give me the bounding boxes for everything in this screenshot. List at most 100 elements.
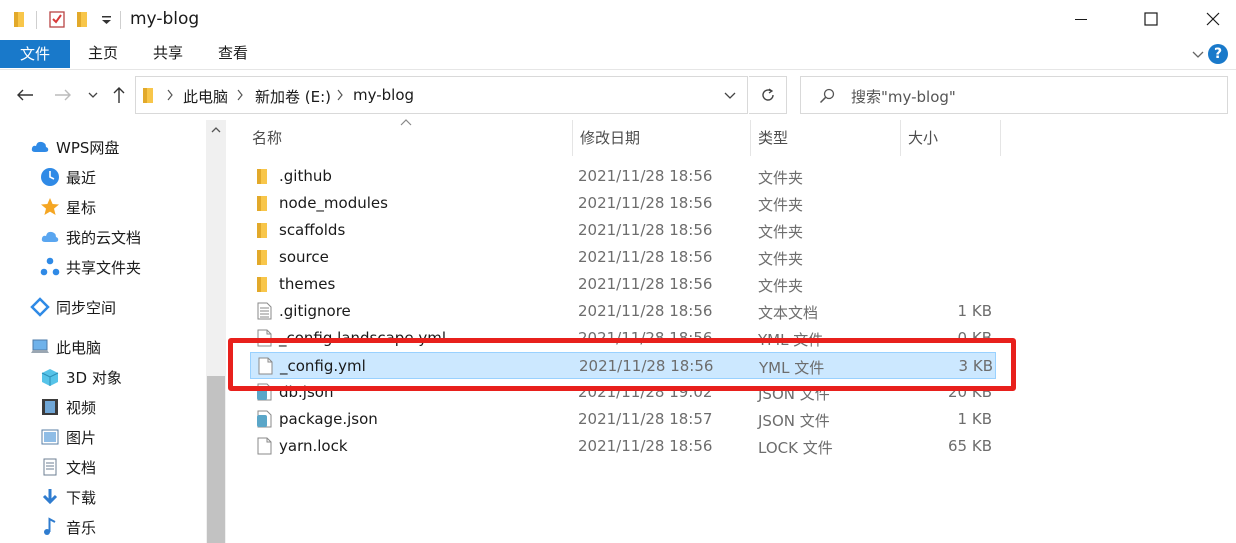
nav-label: 视频 [66,398,97,417]
refresh-button[interactable] [749,76,787,114]
file-row[interactable]: .github 2021/11/28 18:56 文件夹 [250,163,996,190]
breadcrumb-drive-e[interactable]: 新加卷 (E:) [255,86,331,107]
close-icon [1206,12,1220,26]
folder-icon [257,169,267,184]
column-header-type[interactable]: 类型 [750,120,900,156]
column-header-date[interactable]: 修改日期 [572,120,750,156]
nav-label: 3D 对象 [66,368,122,387]
new-folder-icon[interactable] [74,10,92,28]
file-row[interactable]: scaffolds 2021/11/28 18:56 文件夹 [250,217,996,244]
file-date: 2021/11/28 18:56 [578,194,713,212]
title-bar: my-blog [0,0,1236,38]
file-type: JSON 文件 [758,385,830,403]
close-button[interactable] [1190,0,1236,38]
maximize-icon [1144,12,1158,26]
file-icon [257,437,272,455]
file-size: 3 KB [958,357,993,375]
chevron-right-icon[interactable] [336,89,344,101]
file-type: 文件夹 [758,169,804,187]
file-row[interactable]: _config.landscape.yml 2021/11/28 18:56 YML… [250,325,996,352]
file-name: package.json [279,410,378,428]
up-button[interactable] [108,84,130,106]
file-name: source [279,248,329,266]
file-list-pane: 名称 修改日期 类型 大小 .github 2021/11/28 18:56 文件夹… [226,119,1236,543]
nav-label: 星标 [66,198,97,217]
search-input[interactable]: 搜索"my-blog" [800,76,1228,114]
nav-label: 文档 [66,458,97,477]
column-divider[interactable] [1000,120,1001,156]
file-row[interactable]: db.json 2021/11/28 19:02 JSON 文件 20 KB [250,379,996,406]
chevron-down-icon[interactable] [724,91,736,100]
tab-view[interactable]: 查看 [208,38,258,68]
properties-icon[interactable] [48,10,66,28]
folder-icon [14,12,24,27]
scroll-up-button[interactable] [206,120,226,140]
file-size: 0 KB [957,329,992,347]
window-title: my-blog [130,9,200,29]
customize-quick-access-icon[interactable] [98,10,116,28]
arrow-right-icon [55,89,71,101]
scrollbar-thumb[interactable] [207,376,225,543]
nav-item-recent[interactable]: 最近 [0,163,206,191]
tab-home[interactable]: 主页 [78,38,128,68]
file-name: themes [279,275,336,293]
star-icon [41,198,59,215]
nav-item-pictures[interactable]: 图片 [0,423,206,451]
chevron-right-icon[interactable] [236,89,244,101]
back-button[interactable] [12,84,38,106]
file-type: 文件夹 [758,223,804,241]
help-icon[interactable]: ? [1208,44,1228,64]
nav-label: 此电脑 [56,338,102,357]
nav-item-3d-objects[interactable]: 3D 对象 [0,363,206,391]
nav-item-videos[interactable]: 视频 [0,393,206,421]
folder-icon [257,277,267,292]
nav-item-sync-space[interactable]: 同步空间 [0,293,206,321]
nav-pane-scrollbar[interactable] [206,120,226,543]
breadcrumb-my-blog[interactable]: my-blog [353,86,414,104]
tab-file[interactable]: 文件 [0,40,70,68]
nav-item-downloads[interactable]: 下载 [0,483,206,511]
cloud-doc-icon [41,231,59,242]
file-type: 文件夹 [758,277,804,295]
file-type: 文件夹 [758,250,804,268]
nav-label: 我的云文档 [66,228,142,247]
file-name: yarn.lock [279,437,348,455]
document-icon [43,458,57,476]
forward-button[interactable] [50,84,76,106]
file-row[interactable]: node_modules 2021/11/28 18:56 文件夹 [250,190,996,217]
recent-locations-button[interactable] [86,84,100,106]
ribbon-tabs: 文件 主页 共享 查看 ? [0,38,1236,70]
nav-item-my-cloud-docs[interactable]: 我的云文档 [0,223,206,251]
file-size: 65 KB [948,437,992,455]
file-row[interactable]: source 2021/11/28 18:56 文件夹 [250,244,996,271]
nav-item-documents[interactable]: 文档 [0,453,206,481]
file-row[interactable]: .gitignore 2021/11/28 18:56 文本文档 1 KB [250,298,996,325]
file-date: 2021/11/28 18:56 [578,329,713,347]
nav-item-this-pc[interactable]: 此电脑 [0,333,206,361]
file-row[interactable]: _config.yml 2021/11/28 18:56 YML 文件 3 KB [250,352,996,379]
column-header-size[interactable]: 大小 [900,120,1000,156]
file-name: _config.landscape.yml [279,329,446,347]
file-date: 2021/11/28 18:57 [578,410,713,428]
nav-item-shared-folder[interactable]: 共享文件夹 [0,253,206,281]
file-type: 文件夹 [758,196,804,214]
expand-ribbon-icon[interactable] [1190,46,1206,62]
title-divider [120,11,121,29]
cube-icon [41,369,59,386]
file-icon [257,329,272,347]
address-bar[interactable]: 此电脑 新加卷 (E:) my-blog [135,76,748,114]
nav-item-starred[interactable]: 星标 [0,193,206,221]
file-row[interactable]: yarn.lock 2021/11/28 18:56 LOCK 文件 65 KB [250,433,996,460]
column-header-name[interactable]: 名称 [244,120,572,156]
tab-share[interactable]: 共享 [143,38,193,68]
chevron-right-icon[interactable] [166,89,174,101]
file-row[interactable]: package.json 2021/11/28 18:57 JSON 文件 1 KB [250,406,996,433]
minimize-button[interactable] [1058,0,1104,38]
maximize-button[interactable] [1128,0,1174,38]
file-row[interactable]: themes 2021/11/28 18:56 文件夹 [250,271,996,298]
nav-item-music[interactable]: 音乐 [0,513,206,541]
clock-icon [41,168,59,186]
toolbar-divider [36,11,37,29]
nav-item-wps-cloud[interactable]: WPS网盘 [0,133,206,161]
breadcrumb-this-pc[interactable]: 此电脑 [183,86,228,107]
